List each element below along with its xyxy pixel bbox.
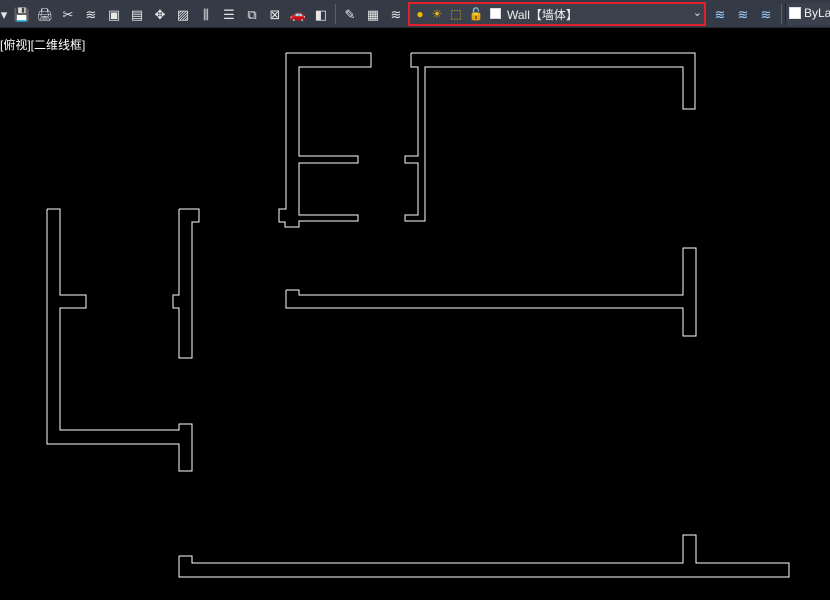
wall-outline[interactable]	[278, 52, 372, 228]
wall-outline[interactable]	[404, 52, 696, 222]
wall-outline[interactable]	[46, 208, 193, 472]
drawing-canvas[interactable]	[0, 0, 830, 600]
wall-outline[interactable]	[178, 534, 790, 578]
wall-outline[interactable]	[172, 208, 200, 359]
wall-outline[interactable]	[285, 247, 697, 337]
